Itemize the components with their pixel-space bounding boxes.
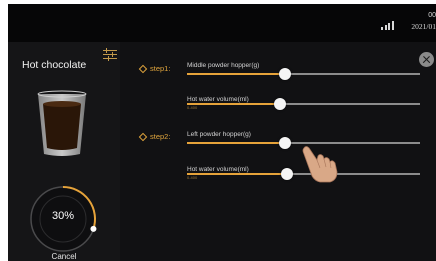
slider-knob[interactable] <box>278 68 291 80</box>
sliders-icon[interactable] <box>103 48 117 62</box>
param-label: Middle powder hopper(g) <box>187 62 260 69</box>
slider-fill <box>187 103 281 105</box>
app-screen: 00 2021/01 Hot chocolate 30% Cancel step… <box>8 4 436 261</box>
slider-knob[interactable] <box>278 137 291 149</box>
close-icon[interactable] <box>419 52 434 67</box>
progress-percent: 30% <box>51 210 75 222</box>
step-2-label: step2: <box>138 132 171 141</box>
step-1-text: step1: <box>150 64 171 73</box>
slider-knob[interactable] <box>281 168 294 180</box>
diamond-icon <box>138 132 148 141</box>
param-label: Hot water volume(ml) <box>187 96 249 103</box>
slider-fill <box>187 173 288 175</box>
clock: 00 2021/01 <box>411 10 436 32</box>
drink-panel: Hot chocolate 30% Cancel <box>8 42 120 261</box>
clock-time: 00 <box>428 12 436 19</box>
step-2-text: step2: <box>150 132 171 141</box>
diamond-icon <box>138 64 148 73</box>
clock-date: 2021/01 <box>411 22 436 31</box>
param-label: Left powder hopper(g) <box>187 131 251 138</box>
slider-track[interactable] <box>187 98 420 110</box>
recipe-settings-panel: step1: Middle powder hopper(g) Hot water… <box>120 42 436 261</box>
param-label: Hot water volume(ml) <box>187 166 249 173</box>
slider-knob[interactable] <box>274 98 287 110</box>
status-bar: 00 2021/01 <box>8 4 436 42</box>
cup-icon <box>37 90 87 156</box>
slider-fill <box>187 73 285 75</box>
param-range: 0-400 <box>187 105 198 110</box>
cancel-button[interactable]: Cancel <box>8 252 120 261</box>
slider-fill <box>187 142 285 144</box>
param-range: 0-400 <box>187 175 198 180</box>
pointing-hand-icon <box>302 146 338 183</box>
step-1-label: step1: <box>138 64 171 73</box>
drink-name: Hot chocolate <box>22 59 87 71</box>
slider-track[interactable] <box>187 68 420 80</box>
signal-bars-icon <box>381 21 394 30</box>
